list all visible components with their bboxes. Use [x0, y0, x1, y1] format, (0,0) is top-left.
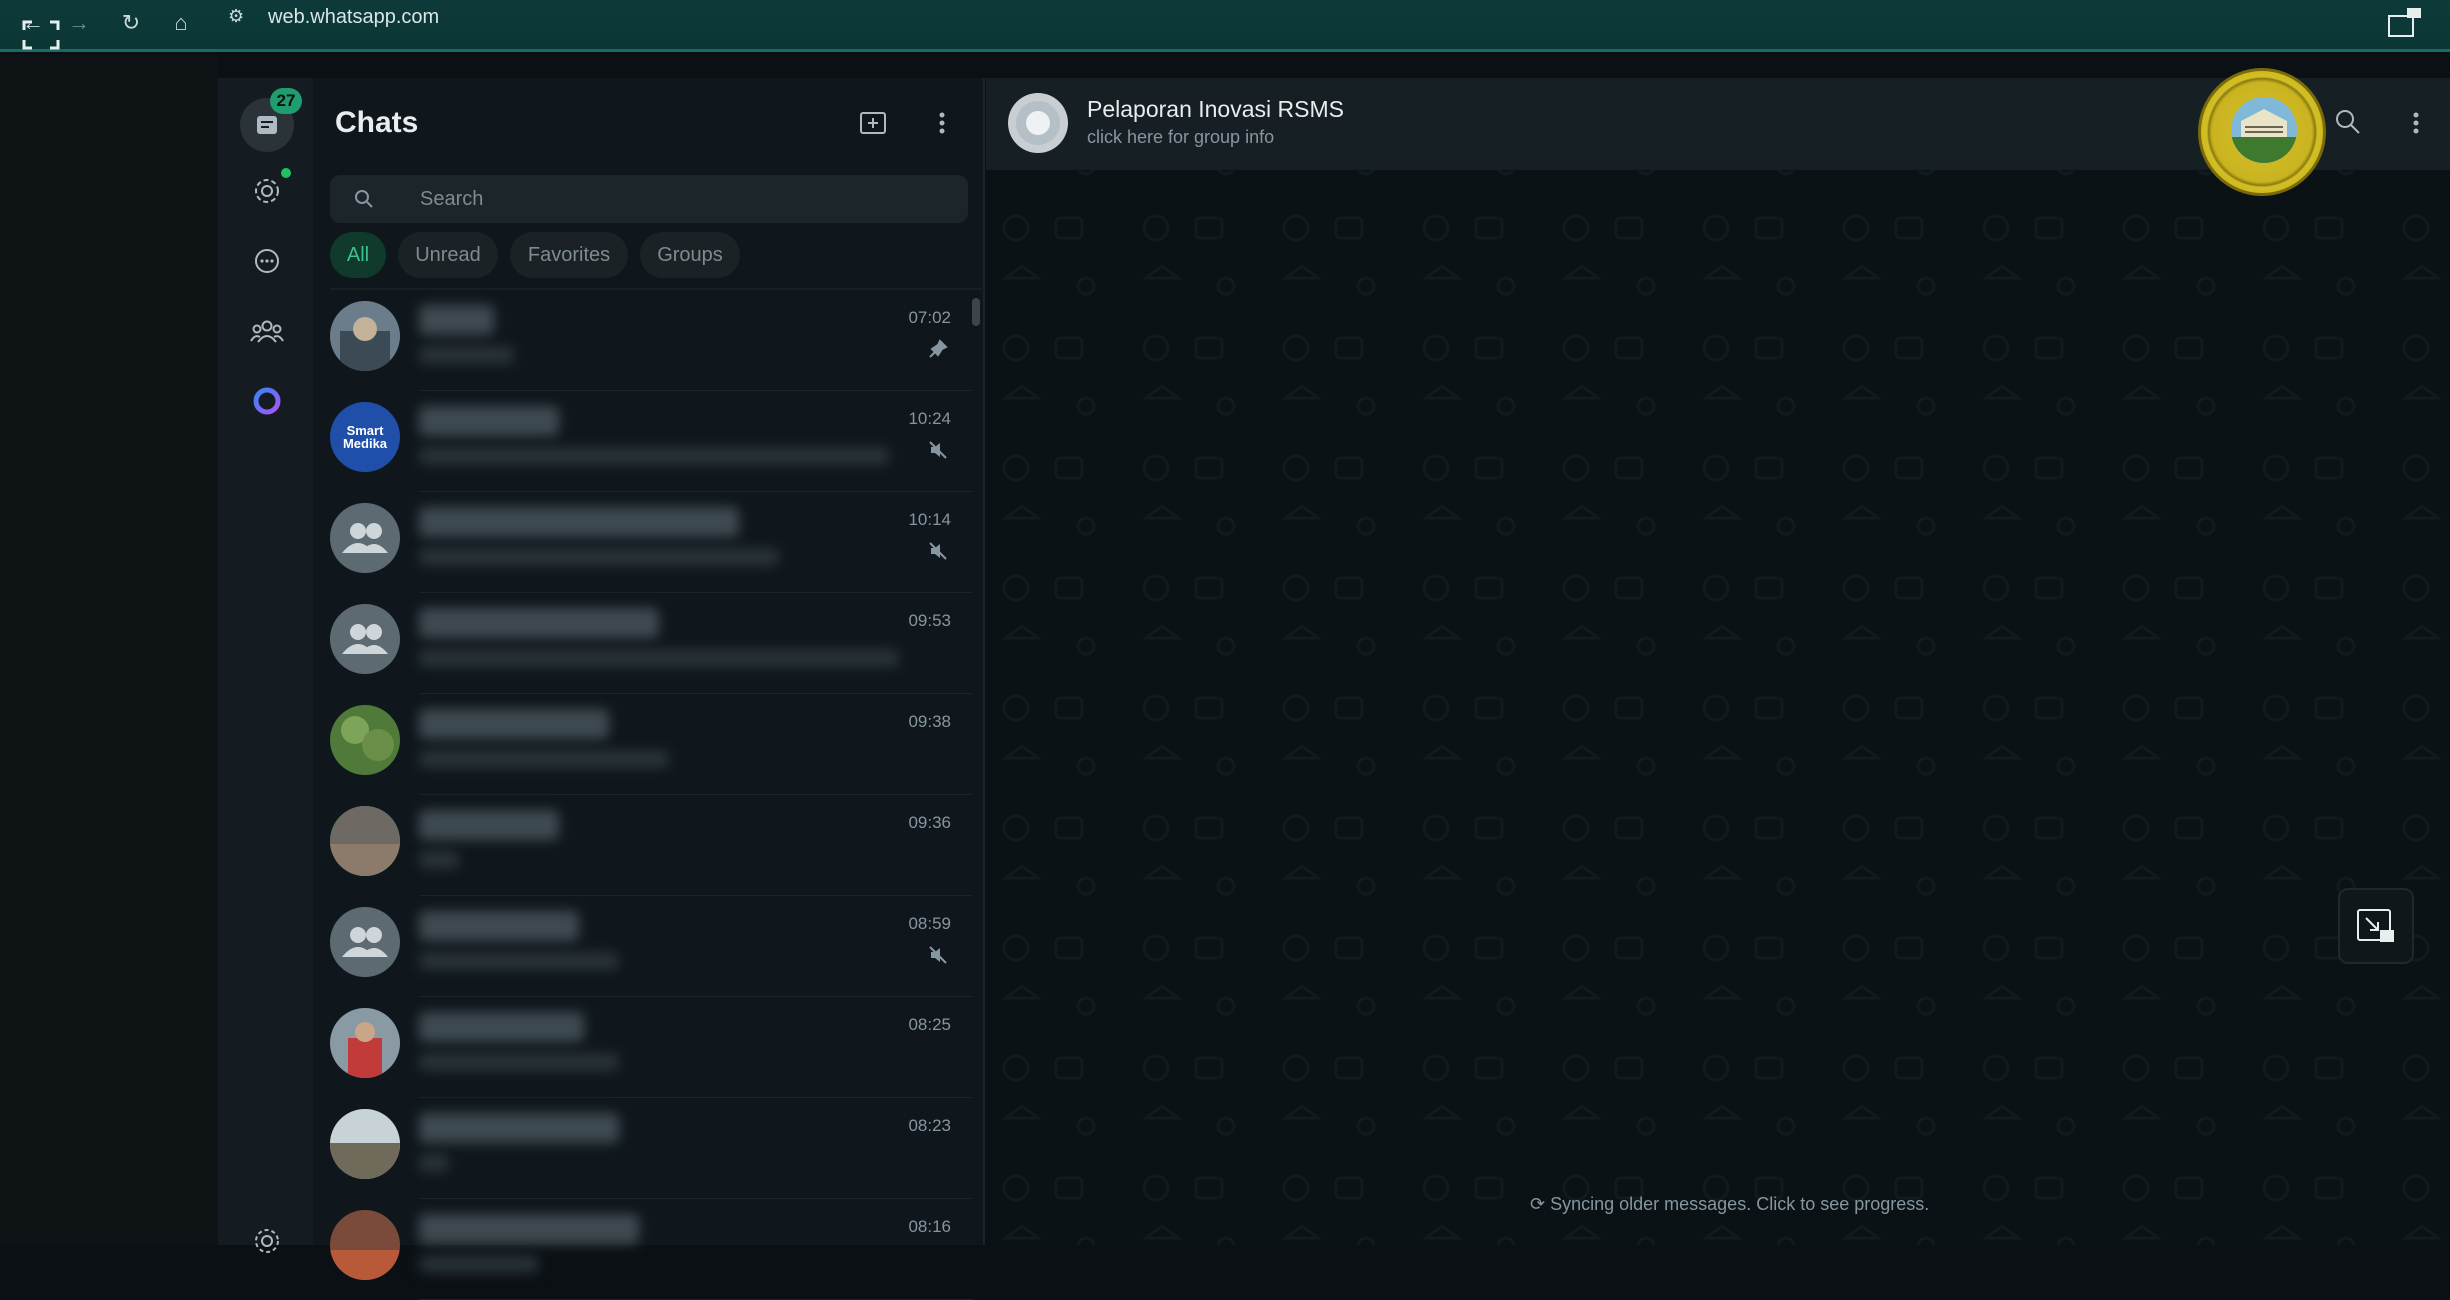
- sync-icon: ⟳: [1530, 1194, 1551, 1214]
- chat-time: 08:23: [908, 1116, 951, 1135]
- chat-preview-redacted: [419, 346, 514, 364]
- chat-avatar: [330, 907, 400, 977]
- chat-time: 08:16: [908, 1217, 951, 1236]
- chat-list-item[interactable]: 09:36: [313, 795, 973, 896]
- filter-unread[interactable]: Unread: [398, 232, 498, 278]
- chat-preview-redacted: [419, 548, 779, 566]
- muted-icon: [927, 944, 949, 966]
- chat-list-item[interactable]: 08:16: [313, 1199, 973, 1300]
- conversation-subtitle[interactable]: click here for group info: [1087, 127, 1274, 148]
- chat-list-item[interactable]: 08:25: [313, 997, 973, 1098]
- chat-preview-redacted: [419, 1053, 619, 1071]
- reload-icon[interactable]: ↻: [116, 6, 146, 40]
- conversation-search-icon[interactable]: [2332, 106, 2364, 138]
- status-new-dot: [281, 168, 291, 178]
- chat-name-redacted: [419, 810, 559, 840]
- page-margin: [0, 55, 218, 1245]
- forward-icon[interactable]: →: [64, 6, 94, 40]
- browser-toolbar: ← → ↻ ⌂ ⚙ web.whatsapp.com: [0, 0, 2450, 52]
- filter-all[interactable]: All: [330, 232, 386, 278]
- chat-preview-redacted: [419, 851, 459, 869]
- sync-text: Syncing older messages. Click to see pro…: [1550, 1194, 1930, 1214]
- chat-name-redacted: [419, 1113, 619, 1143]
- chat-name-redacted: [419, 406, 559, 436]
- unread-count-badge: 27: [270, 88, 302, 114]
- conversation-title[interactable]: Pelaporan Inovasi RSMS: [1087, 96, 1344, 123]
- chat-avatar: [330, 1210, 400, 1280]
- chat-avatar: Smart Medika: [330, 402, 400, 472]
- chat-list-scrollbar[interactable]: [972, 298, 980, 326]
- chat-time: 09:53: [908, 611, 951, 630]
- chat-preview-redacted: [419, 1255, 539, 1273]
- chat-list-item[interactable]: 08:23: [313, 1098, 973, 1199]
- menu-icon[interactable]: [930, 106, 954, 140]
- channels-nav-icon[interactable]: [248, 242, 286, 280]
- address-bar[interactable]: web.whatsapp.com: [268, 6, 439, 29]
- chat-time: 09:36: [908, 813, 951, 832]
- chat-time: 08:59: [908, 914, 951, 933]
- chat-name-redacted: [419, 305, 494, 335]
- chat-list-item[interactable]: 09:38: [313, 694, 973, 795]
- chat-list-item[interactable]: 09:53: [313, 593, 973, 694]
- chat-time: 08:25: [908, 1015, 951, 1034]
- settings-nav-icon[interactable]: [248, 1222, 286, 1260]
- chat-avatar: [330, 503, 400, 573]
- chat-name-redacted: [419, 507, 739, 537]
- site-info-icon[interactable]: ⚙: [228, 6, 244, 27]
- chat-list-item[interactable]: 10:14: [313, 492, 973, 593]
- chat-name-redacted: [419, 1214, 639, 1244]
- picture-in-picture-button[interactable]: [2338, 888, 2414, 964]
- chat-time: 10:14: [908, 510, 951, 529]
- chat-list-item[interactable]: 08:59: [313, 896, 973, 997]
- chat-avatar: [330, 806, 400, 876]
- chat-avatar: [330, 604, 400, 674]
- communities-nav-icon[interactable]: [248, 312, 286, 350]
- conversation-menu-icon[interactable]: [2404, 106, 2428, 140]
- filter-groups[interactable]: Groups: [640, 232, 740, 278]
- avatar-logo-text: Smart Medika: [342, 423, 388, 451]
- chat-preview-redacted: [419, 1154, 449, 1172]
- chat-time: 09:38: [908, 712, 951, 731]
- search-input[interactable]: [420, 185, 920, 213]
- chat-list-item[interactable]: 07:02: [313, 290, 973, 391]
- home-icon[interactable]: ⌂: [166, 6, 196, 40]
- panel-title: Chats: [335, 106, 419, 139]
- chat-name-redacted: [419, 709, 609, 739]
- new-window-icon[interactable]: [2380, 6, 2430, 40]
- chat-preview-redacted: [419, 649, 899, 667]
- chat-preview-redacted: [419, 750, 669, 768]
- group-avatar[interactable]: [1008, 93, 1068, 153]
- meta-ai-icon[interactable]: [248, 382, 286, 420]
- chat-time: 07:02: [908, 308, 951, 327]
- chat-avatar: [330, 301, 400, 371]
- search-box: [330, 175, 968, 223]
- conversation-pane: [986, 78, 2450, 1245]
- muted-icon: [927, 540, 949, 562]
- status-nav-icon[interactable]: [248, 172, 286, 210]
- chat-name-redacted: [419, 1012, 584, 1042]
- chat-preview-redacted: [419, 447, 889, 465]
- chat-list-item[interactable]: Smart Medika 10:24: [313, 391, 973, 492]
- search-icon: [352, 187, 376, 216]
- new-chat-icon[interactable]: [856, 106, 890, 140]
- chat-avatar: [330, 1008, 400, 1078]
- pin-icon: [927, 338, 949, 360]
- chat-name-redacted: [419, 911, 579, 941]
- filter-favorites[interactable]: Favorites: [510, 232, 628, 278]
- muted-icon: [927, 439, 949, 461]
- chat-avatar: [330, 1109, 400, 1179]
- chat-name-redacted: [419, 608, 659, 638]
- fullscreen-icon[interactable]: [18, 18, 64, 52]
- chat-avatar: [330, 705, 400, 775]
- hospital-emblem-logo: [2198, 68, 2326, 196]
- chat-doodle-background: [986, 78, 2450, 1245]
- sync-status[interactable]: ⟳ Syncing older messages. Click to see p…: [1530, 1194, 1929, 1215]
- chat-time: 10:24: [908, 409, 951, 428]
- chat-preview-redacted: [419, 952, 619, 970]
